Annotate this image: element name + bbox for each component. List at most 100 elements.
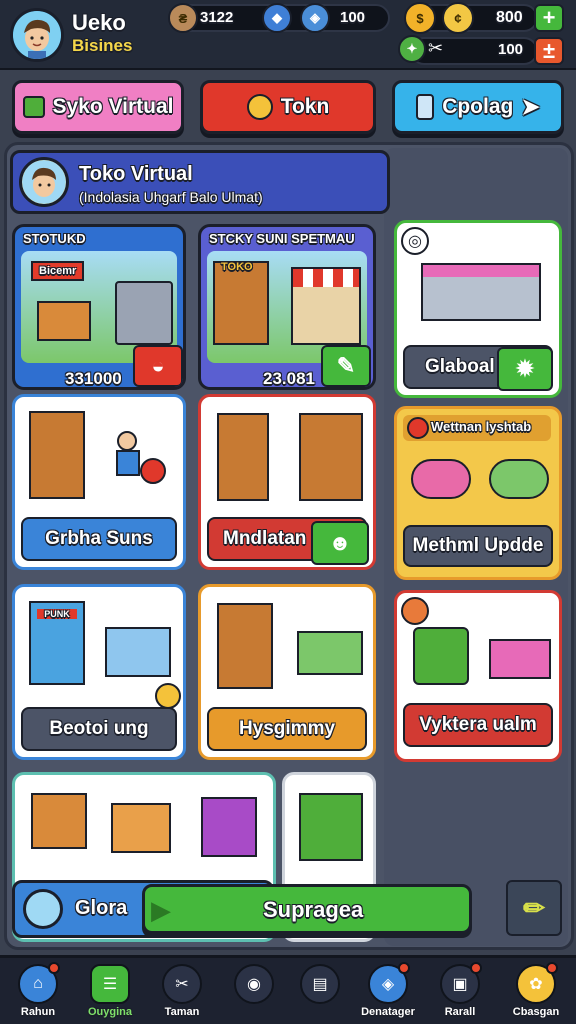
share-arrow-icon: ➤ bbox=[521, 94, 540, 119]
wrench-icon[interactable]: ✎ bbox=[321, 345, 371, 387]
crate-icon bbox=[37, 301, 91, 341]
tab-label: Cpolag bbox=[442, 95, 514, 118]
nav-label: Rarall bbox=[444, 1006, 476, 1018]
tab-shop-virtual[interactable]: Syko Virtual bbox=[12, 80, 184, 134]
shop-card-vendor[interactable]: Vyktera ualm bbox=[394, 590, 562, 762]
settings-ring-icon: ◎ bbox=[401, 227, 429, 255]
nav-home[interactable]: ⌂ Rahun bbox=[6, 962, 70, 1024]
energy-adjust-button[interactable]: ± bbox=[534, 37, 564, 65]
status-label: Glora bbox=[75, 897, 128, 919]
gift-box-icon bbox=[111, 803, 171, 853]
shelf-icon bbox=[29, 411, 85, 499]
shop-owner-avatar bbox=[19, 157, 69, 207]
add-coins-button[interactable]: + bbox=[534, 4, 564, 32]
display-stand-icon bbox=[299, 413, 363, 501]
computer-cart-icon bbox=[31, 793, 87, 849]
diamond-icon: ◆ bbox=[262, 3, 292, 33]
kiosk-icon bbox=[115, 281, 173, 345]
shop-card-cart[interactable]: PUNK Beotoi ung bbox=[12, 584, 186, 760]
tab-tokn[interactable]: Tokn bbox=[200, 80, 376, 134]
tab-cpolag[interactable]: Cpolag ➤ bbox=[392, 80, 564, 134]
player-avatar[interactable] bbox=[10, 8, 64, 62]
store-sign: TOKO bbox=[221, 261, 253, 273]
bowl-icon[interactable]: ◒ bbox=[133, 345, 183, 387]
tool-badge-icon bbox=[407, 417, 429, 439]
gold-coin-icon: ¢ bbox=[442, 2, 474, 34]
stat2-value: 100 bbox=[340, 9, 366, 26]
green-bin-icon bbox=[299, 793, 363, 861]
nav-cbasgan[interactable]: ✿ Cbasgan bbox=[504, 962, 568, 1024]
energy-value: 100 bbox=[498, 41, 524, 58]
roller-pink-icon bbox=[411, 459, 471, 499]
player-name: Ueko bbox=[72, 10, 126, 35]
notification-badge bbox=[48, 962, 60, 974]
shelf-icon bbox=[217, 603, 273, 689]
nav-label: Rahun bbox=[20, 1006, 56, 1018]
bag-icon: ₴ bbox=[168, 3, 198, 33]
list-icon: ☰ bbox=[90, 964, 130, 1004]
shelf-icon bbox=[217, 413, 269, 501]
notification-badge bbox=[546, 962, 558, 974]
stall-sign: Bicemr bbox=[31, 261, 85, 281]
gem-icon: ◈ bbox=[300, 3, 330, 33]
nav-label: Ouygina bbox=[87, 1006, 132, 1018]
shop-card-market[interactable]: ◎ Glaboal ✹ bbox=[394, 220, 562, 398]
stall-sign: PUNK bbox=[37, 609, 77, 619]
player-title: Bisines bbox=[72, 36, 133, 55]
nav-list[interactable]: ☰ Ouygina bbox=[78, 964, 142, 1024]
stat1-value: 3122 bbox=[200, 9, 234, 26]
tablet-cart-icon bbox=[413, 627, 469, 685]
card-label: Grbha Suns bbox=[21, 517, 177, 561]
shop-profile-header[interactable]: Toko Virtual (Indolasia Uhgarf Balo Ulma… bbox=[10, 150, 390, 214]
storefront-icon bbox=[291, 267, 361, 345]
shopkeeper-icon bbox=[105, 427, 169, 497]
tab-label: Syko Virtual bbox=[52, 95, 174, 118]
card-title: STOTUKD bbox=[23, 231, 86, 246]
star-coin-icon bbox=[155, 683, 181, 709]
pencil-icon[interactable]: ✏ bbox=[506, 880, 562, 936]
purple-basket-icon bbox=[201, 797, 257, 857]
nav-rarall[interactable]: ▣ Rarall bbox=[428, 962, 492, 1024]
shop-title: Toko Virtual bbox=[79, 163, 193, 185]
upgrade-label: Supragea bbox=[263, 897, 364, 922]
leaf-icon: ✦ bbox=[398, 35, 426, 63]
tab-label: Tokn bbox=[280, 95, 330, 118]
card-value: 23.081 bbox=[263, 369, 315, 388]
nav-palette[interactable]: ◉ bbox=[222, 964, 286, 1024]
nav-tools[interactable]: ✂ Taman bbox=[150, 964, 214, 1024]
small-avatar bbox=[23, 889, 63, 929]
ticket-icon: ▤ bbox=[300, 964, 340, 1004]
shop-card-store[interactable]: STCKY SUNI SPETMAU TOKO 23.081 ✎ bbox=[198, 224, 376, 390]
card-title: STCKY SUNI SPETMAU bbox=[209, 231, 355, 246]
play-arrow-icon: ▶ bbox=[151, 895, 171, 925]
shop-card-upgrade[interactable]: Wettnan lyshtab Methml Updde bbox=[394, 406, 562, 580]
card-label: Beotoi ung bbox=[21, 707, 177, 751]
shop-subtitle: (Indolasia Uhgarf Balo Ulmat) bbox=[79, 189, 263, 205]
card-label: Hysgimmy bbox=[207, 707, 367, 751]
top-bar: Ueko Bisines ₴ 3122 ◆ ◈ 100 $ ¢ 800 + ✦ … bbox=[0, 0, 576, 70]
upgrade-button[interactable]: ▶ Supragea bbox=[142, 884, 472, 934]
notification-badge bbox=[470, 962, 482, 974]
roller-green-icon bbox=[489, 459, 549, 499]
nav-ticket[interactable]: ▤ bbox=[288, 964, 352, 1024]
jar-icon bbox=[416, 94, 435, 120]
tools-icon: ✂ bbox=[162, 964, 202, 1004]
gear-icon[interactable]: ✹ bbox=[497, 347, 553, 391]
palette-icon: ◉ bbox=[234, 964, 274, 1004]
shop-card-shelves[interactable]: Mndlatan ☻ bbox=[198, 394, 376, 570]
shop-card-basket[interactable]: Hysgimmy bbox=[198, 584, 376, 760]
nav-label: Taman bbox=[164, 1006, 200, 1018]
tools-icon: ✂ bbox=[428, 38, 444, 58]
frog-icon[interactable]: ☻ bbox=[311, 521, 369, 565]
medal-icon bbox=[246, 94, 273, 120]
shop-card-stall[interactable]: STOTUKD Bicemr 331000 ◒ bbox=[12, 224, 186, 390]
shop-card-seller[interactable]: Grbha Suns bbox=[12, 394, 186, 570]
coins-value: 800 bbox=[496, 9, 523, 26]
card-label: Methml Updde bbox=[403, 525, 553, 567]
shop-bag-icon bbox=[22, 96, 45, 118]
shelf-icon bbox=[213, 261, 269, 345]
bottom-nav: ⌂ Rahun ☰ Ouygina ✂ Taman ◉ ▤ ◈ Denatage… bbox=[0, 955, 576, 1024]
market-building-icon bbox=[421, 263, 541, 321]
nav-denatager[interactable]: ◈ Denatager bbox=[356, 962, 420, 1024]
coin-icon: $ bbox=[404, 2, 436, 34]
